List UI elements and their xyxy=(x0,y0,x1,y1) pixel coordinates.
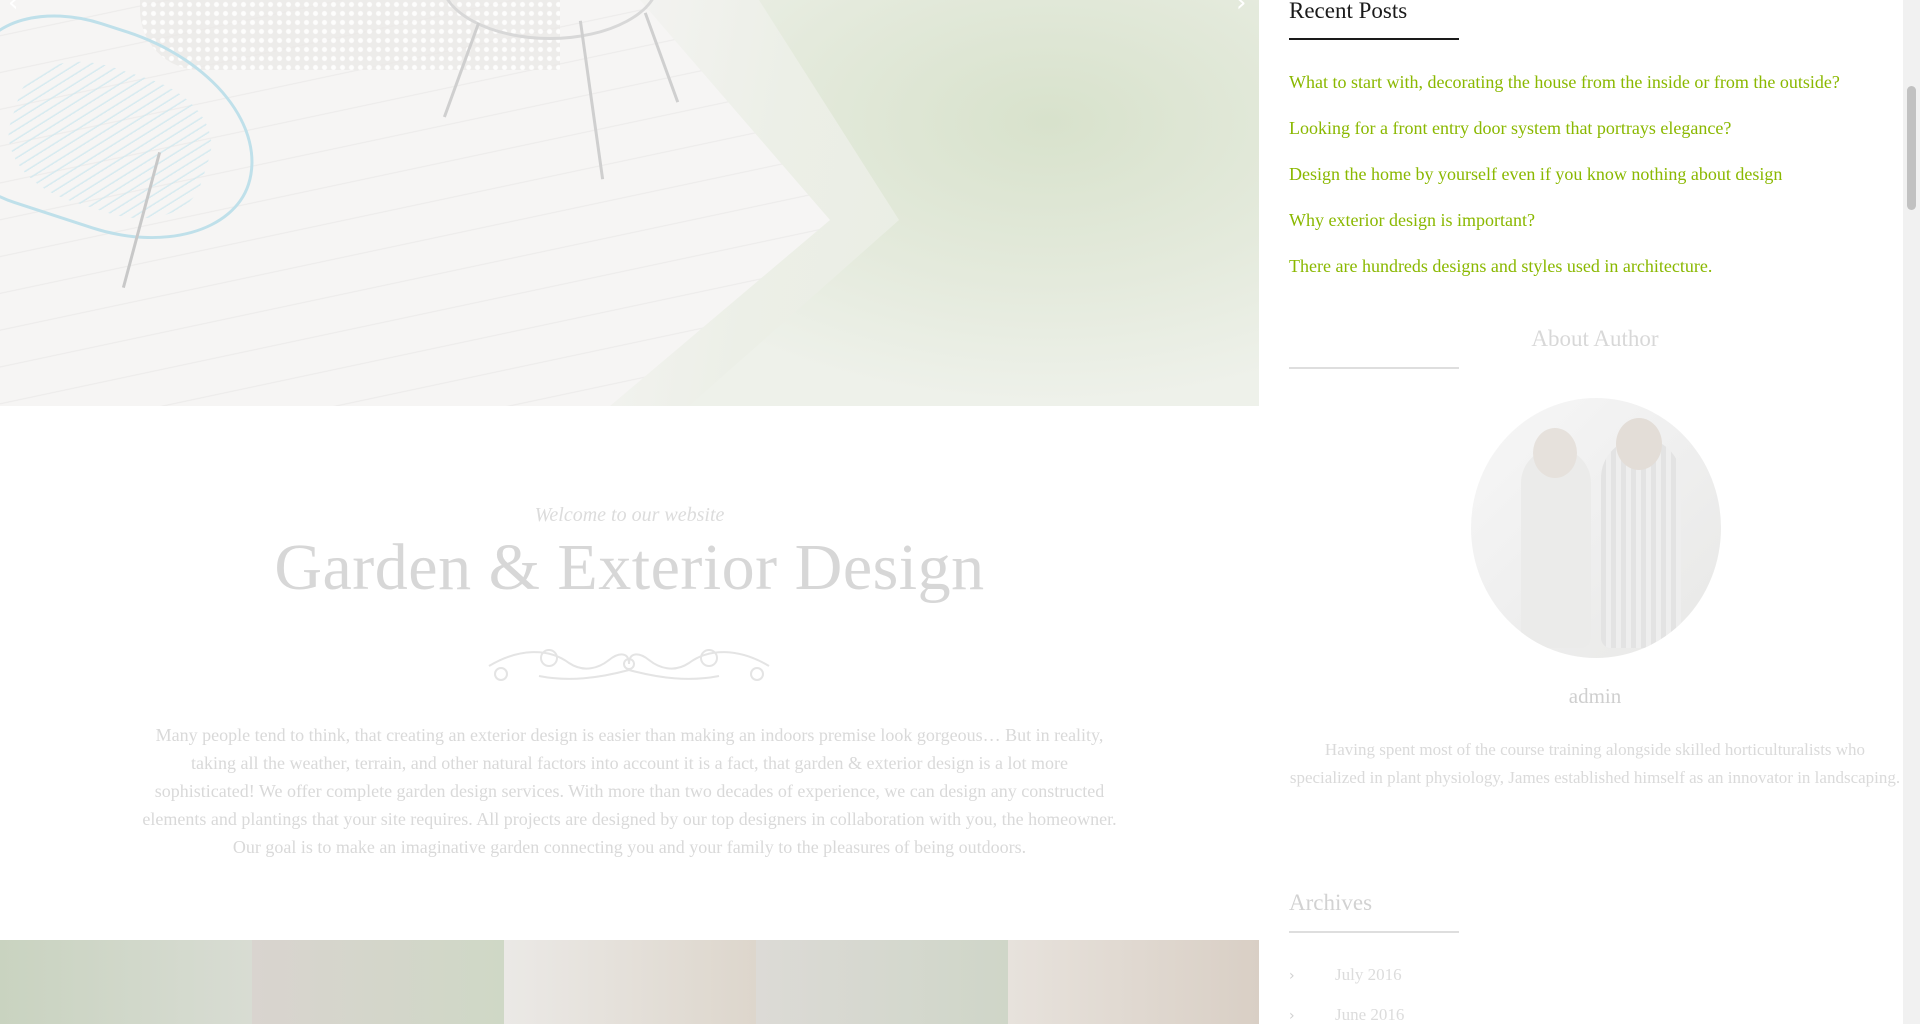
recent-post-link[interactable]: Design the home by yourself even if you … xyxy=(1289,164,1782,185)
chevron-right-icon: › xyxy=(1289,1008,1295,1024)
avatar-person xyxy=(1521,448,1591,648)
main-content: ‹ › Welcome to our website Garden & Exte… xyxy=(0,0,1259,1024)
archive-link[interactable]: › July 2016 xyxy=(1289,965,1402,985)
gallery-image[interactable] xyxy=(1008,940,1259,1024)
author-bio: Having spent most of the course training… xyxy=(1289,740,1901,787)
slider-prev-icon[interactable]: ‹ xyxy=(8,0,18,18)
hero-image-slider: ‹ › xyxy=(0,0,1259,406)
intro-paragraph: Many people tend to think, that creating… xyxy=(142,725,1117,857)
slider-next-icon[interactable]: › xyxy=(1236,0,1246,18)
author-name[interactable]: admin xyxy=(1289,684,1901,709)
ornament-divider-icon xyxy=(488,649,770,681)
chevron-right-icon: › xyxy=(1289,968,1295,984)
scrollbar-thumb[interactable] xyxy=(1907,86,1916,210)
title-underline xyxy=(1289,367,1459,369)
gallery-image[interactable] xyxy=(252,940,504,1024)
sidebar: Recent Posts What to start with, decorat… xyxy=(1289,0,1901,1024)
title-underline xyxy=(1289,38,1459,40)
author-avatar xyxy=(1471,398,1721,658)
page-scrollbar[interactable] xyxy=(1903,0,1920,1024)
avatar-head xyxy=(1616,418,1662,470)
about-author-title: About Author xyxy=(1531,326,1659,351)
recent-post-link[interactable]: Why exterior design is important? xyxy=(1289,210,1535,231)
recent-post-link[interactable]: There are hundreds designs and styles us… xyxy=(1289,256,1712,277)
archive-link-label: June 2016 xyxy=(1335,1005,1405,1024)
intro-subtitle: Welcome to our website xyxy=(534,504,725,526)
avatar-head xyxy=(1533,428,1577,478)
intro-title: Garden & Exterior Design xyxy=(274,531,985,604)
recent-post-link[interactable]: Looking for a front entry door system th… xyxy=(1289,118,1731,139)
gallery-image[interactable] xyxy=(756,940,1008,1024)
recent-posts-title: Recent Posts xyxy=(1289,0,1408,23)
archive-link[interactable]: › June 2016 xyxy=(1289,1005,1404,1024)
archive-link-label: July 2016 xyxy=(1335,965,1402,984)
archives-title: Archives xyxy=(1289,890,1373,915)
gallery-strip xyxy=(0,940,1259,1024)
gallery-image[interactable] xyxy=(0,940,252,1024)
title-underline xyxy=(1289,931,1459,933)
recent-post-link[interactable]: What to start with, decorating the house… xyxy=(1289,72,1840,93)
gallery-image[interactable] xyxy=(504,940,756,1024)
